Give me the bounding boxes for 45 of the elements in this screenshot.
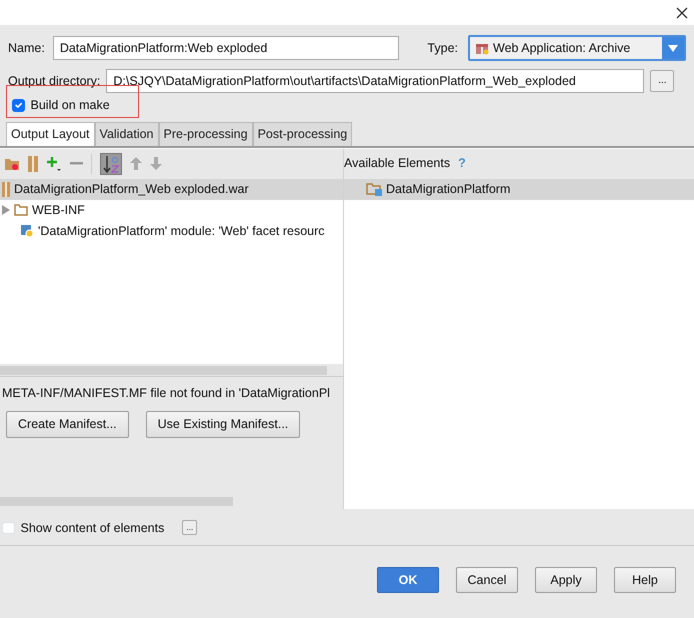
dialog-button[interactable]: Cancel [456,567,518,594]
build-on-make-label: Build on make [30,97,110,114]
module-folder-icon [366,182,382,196]
type-dropdown[interactable]: Web Application: Archive [468,35,686,61]
manifest-message: META-INF/MANIFEST.MF file not found in 'DataMigrationPl [2,384,331,402]
dialog-button[interactable]: Help [614,567,676,594]
manifest-button[interactable]: Use Existing Manifest... [146,411,300,438]
caret-icon [668,44,678,52]
available-elements-title: Available Elements [344,155,450,172]
folder-icon [14,204,28,216]
tree-row[interactable]: DataMigrationPlatform_Web exploded.war [0,178,343,200]
manifest-button[interactable]: Create Manifest... [6,411,129,438]
tree-row[interactable]: WEB-INF [0,200,343,220]
show-content-label: Show content of elements [20,520,164,536]
archive-icon[interactable] [28,156,38,172]
name-label: Name: [8,40,45,57]
dialog-button[interactable]: OK [377,567,439,594]
add-icon[interactable] [46,156,62,172]
archive-icon [2,182,10,196]
tree-row[interactable]: 'DataMigrationPlatform' module: 'Web' facet resourc [0,220,343,242]
tab[interactable]: Pre-processing [158,122,253,146]
output-directory-label: Output directory: [8,72,100,90]
new-folder-icon[interactable] [4,156,20,170]
scrollbar[interactable] [0,366,327,374]
element-row[interactable]: DataMigrationPlatform [344,178,694,200]
move-down-icon[interactable] [150,157,162,170]
expand-arrow-icon[interactable] [2,205,10,215]
tab[interactable]: Output Layout [6,122,95,146]
type-label: Type: [427,40,458,57]
close-icon[interactable] [676,6,688,18]
browse-button[interactable]: ... [650,70,674,92]
module-resource-icon [20,224,34,238]
dialog-button[interactable]: Apply [535,567,597,594]
tab[interactable]: Validation [94,122,159,146]
more-button[interactable]: ... [182,520,198,536]
move-up-icon[interactable] [130,157,142,170]
output-directory-field[interactable]: D:\SJQY\DataMigrationPlatform\out\artifacts\DataMigrationPlatform_Web_exploded [106,69,644,93]
build-on-make-checkbox[interactable] [12,99,24,112]
gift-box-icon [475,41,489,55]
name-field[interactable]: DataMigrationPlatform:Web exploded [52,36,399,60]
tab[interactable]: Post-processing [252,122,352,146]
scrollbar[interactable] [0,496,233,506]
sort-icon[interactable] [100,152,122,174]
show-content-checkbox[interactable] [2,522,14,534]
remove-icon[interactable] [70,162,83,166]
